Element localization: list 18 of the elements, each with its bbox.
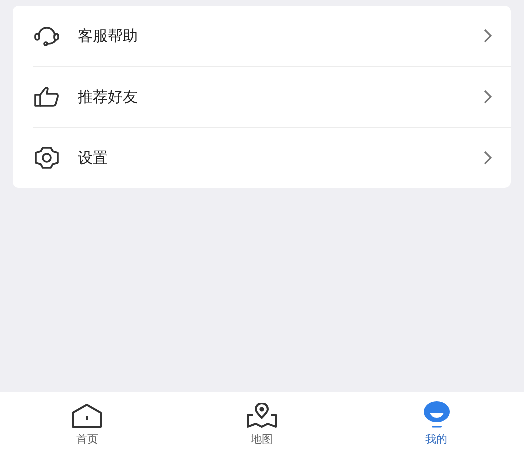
headset-icon bbox=[34, 25, 60, 47]
tab[interactable]: 首页 bbox=[0, 392, 175, 452]
settings-icon bbox=[34, 146, 60, 170]
menu-item[interactable]: 推荐好友 bbox=[13, 67, 511, 127]
menu-item[interactable]: 设置 bbox=[13, 128, 511, 188]
thumbs-up-icon bbox=[34, 86, 60, 108]
menu-label: 设置 bbox=[78, 148, 109, 169]
tab[interactable]: 我的 bbox=[349, 392, 524, 452]
chevron-icon bbox=[483, 89, 493, 105]
menu-label: 推荐好友 bbox=[78, 86, 139, 108]
profile-icon[interactable] bbox=[422, 401, 452, 429]
home-icon[interactable] bbox=[70, 403, 104, 429]
chevron-icon bbox=[483, 150, 493, 166]
map-pin-icon[interactable] bbox=[245, 403, 279, 429]
tab[interactable]: 地图 bbox=[174, 392, 350, 452]
menu-label: 客服帮助 bbox=[78, 26, 139, 47]
chevron-icon bbox=[483, 28, 493, 44]
menu-item[interactable]: 客服帮助 bbox=[13, 6, 511, 66]
